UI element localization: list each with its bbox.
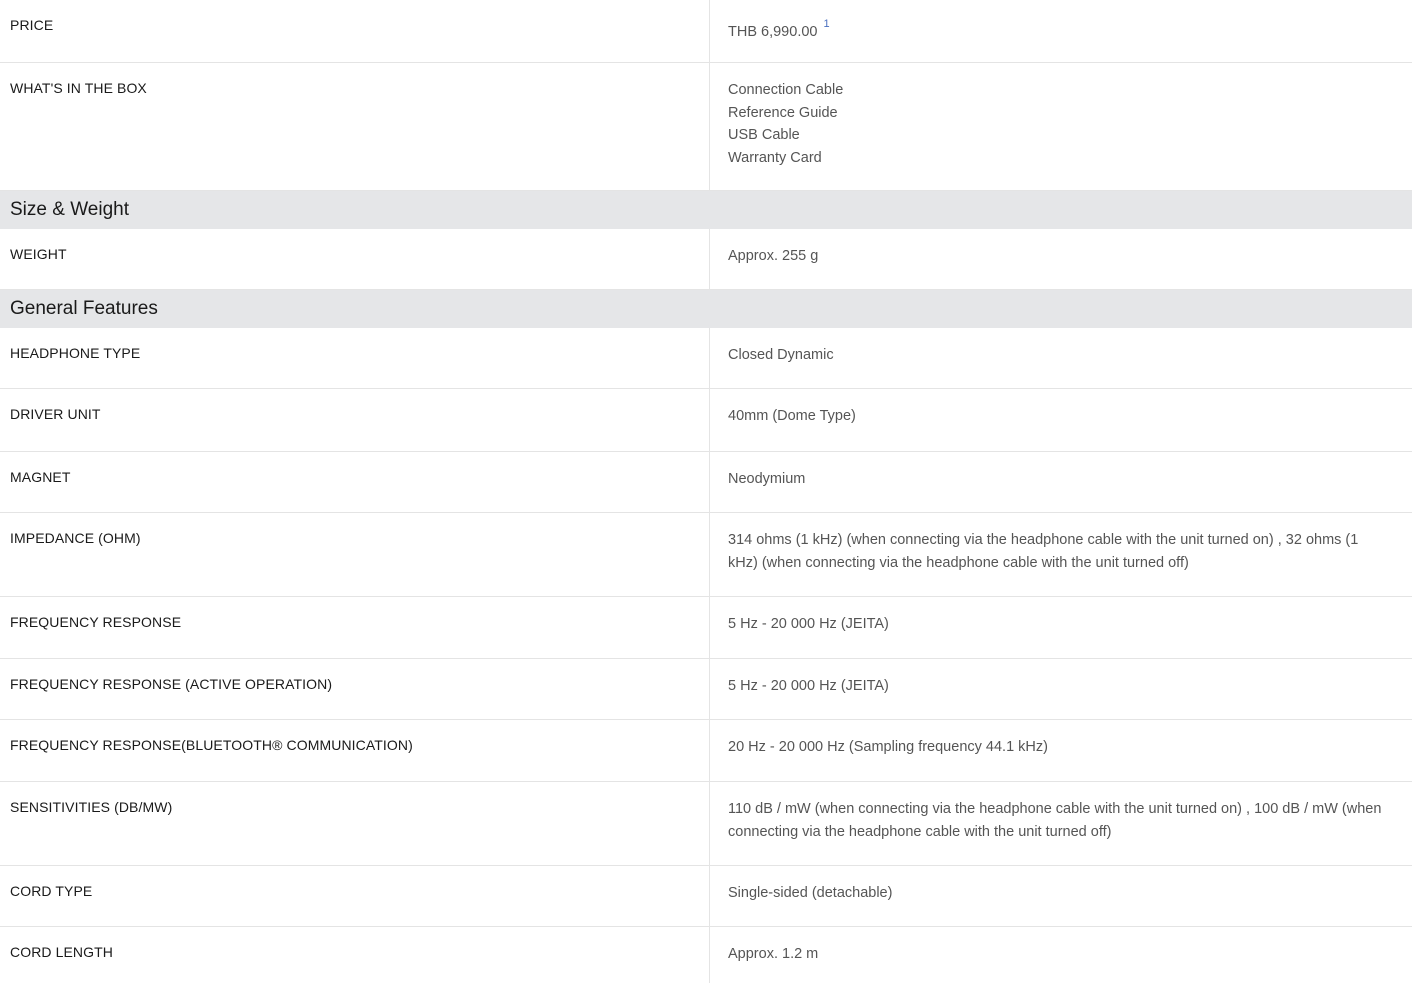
spec-value: Neodymium bbox=[728, 471, 806, 487]
footnote-link[interactable]: 1 bbox=[823, 18, 829, 30]
spec-label: PRICE bbox=[0, 0, 710, 62]
spec-value: Connection Cable Reference Guide USB Cab… bbox=[710, 63, 1412, 190]
spec-table: PRICE THB 6,990.00 1 WHAT'S IN THE BOX Co… bbox=[0, 0, 1412, 983]
spec-value: Approx. 1.2 m bbox=[728, 946, 819, 962]
spec-label: WHAT'S IN THE BOX bbox=[0, 63, 710, 190]
spec-row-headphone-type: HEADPHONE TYPE Closed Dynamic bbox=[0, 328, 1412, 389]
spec-value: 5 Hz - 20 000 Hz (JEITA) bbox=[728, 616, 889, 632]
spec-row-frequency-response: FREQUENCY RESPONSE 5 Hz - 20 000 Hz (JEI… bbox=[0, 597, 1412, 659]
spec-row-cord-length: CORD LENGTH Approx. 1.2 m bbox=[0, 927, 1412, 983]
section-header-general-features: General Features bbox=[0, 290, 1412, 328]
spec-label: FREQUENCY RESPONSE bbox=[0, 597, 710, 658]
spec-value: 20 Hz - 20 000 Hz (Sampling frequency 44… bbox=[728, 739, 1048, 755]
spec-row-cord-type: CORD TYPE Single-sided (detachable) bbox=[0, 866, 1412, 927]
spec-value: 5 Hz - 20 000 Hz (JEITA) bbox=[728, 678, 889, 694]
spec-value: Approx. 255 g bbox=[728, 248, 819, 264]
spec-row-weight: WEIGHT Approx. 255 g bbox=[0, 229, 1412, 290]
spec-value: THB 6,990.00 1 bbox=[710, 0, 1412, 62]
spec-row-price: PRICE THB 6,990.00 1 bbox=[0, 0, 1412, 63]
spec-label: FREQUENCY RESPONSE (ACTIVE OPERATION) bbox=[0, 659, 710, 719]
spec-label: HEADPHONE TYPE bbox=[0, 328, 710, 388]
spec-value: 40mm (Dome Type) bbox=[728, 408, 856, 424]
spec-label: MAGNET bbox=[0, 452, 710, 512]
spec-label: IMPEDANCE (OHM) bbox=[0, 513, 710, 596]
spec-row-magnet: MAGNET Neodymium bbox=[0, 452, 1412, 513]
spec-row-sensitivities: SENSITIVITIES (DB/MW) 110 dB / mW (when … bbox=[0, 782, 1412, 866]
box-item: Warranty Card bbox=[728, 149, 822, 166]
spec-label: SENSITIVITIES (DB/MW) bbox=[0, 782, 710, 865]
spec-row-impedance: IMPEDANCE (OHM) 314 ohms (1 kHz) (when c… bbox=[0, 513, 1412, 597]
spec-label: DRIVER UNIT bbox=[0, 389, 710, 451]
box-item: Connection Cable bbox=[728, 82, 844, 98]
spec-label: WEIGHT bbox=[0, 229, 710, 289]
spec-value: 314 ohms (1 kHz) (when connecting via th… bbox=[728, 532, 1359, 571]
spec-row-driver-unit: DRIVER UNIT 40mm (Dome Type) bbox=[0, 389, 1412, 452]
spec-row-frequency-response-bluetooth: FREQUENCY RESPONSE(BLUETOOTH® COMMUNICAT… bbox=[0, 720, 1412, 782]
spec-row-whats-in-the-box: WHAT'S IN THE BOX Connection Cable Refer… bbox=[0, 63, 1412, 191]
section-header-size-weight: Size & Weight bbox=[0, 191, 1412, 229]
spec-value: Closed Dynamic bbox=[728, 347, 834, 363]
box-item: Reference Guide bbox=[728, 104, 838, 121]
spec-value: 110 dB / mW (when connecting via the hea… bbox=[728, 801, 1382, 840]
spec-label: FREQUENCY RESPONSE(BLUETOOTH® COMMUNICAT… bbox=[0, 720, 710, 781]
spec-row-frequency-response-active: FREQUENCY RESPONSE (ACTIVE OPERATION) 5 … bbox=[0, 659, 1412, 720]
spec-label: CORD TYPE bbox=[0, 866, 710, 926]
spec-value: Single-sided (detachable) bbox=[728, 885, 893, 901]
box-item: USB Cable bbox=[728, 127, 800, 143]
spec-label: CORD LENGTH bbox=[0, 927, 710, 983]
price-value: THB 6,990.00 bbox=[728, 23, 818, 40]
